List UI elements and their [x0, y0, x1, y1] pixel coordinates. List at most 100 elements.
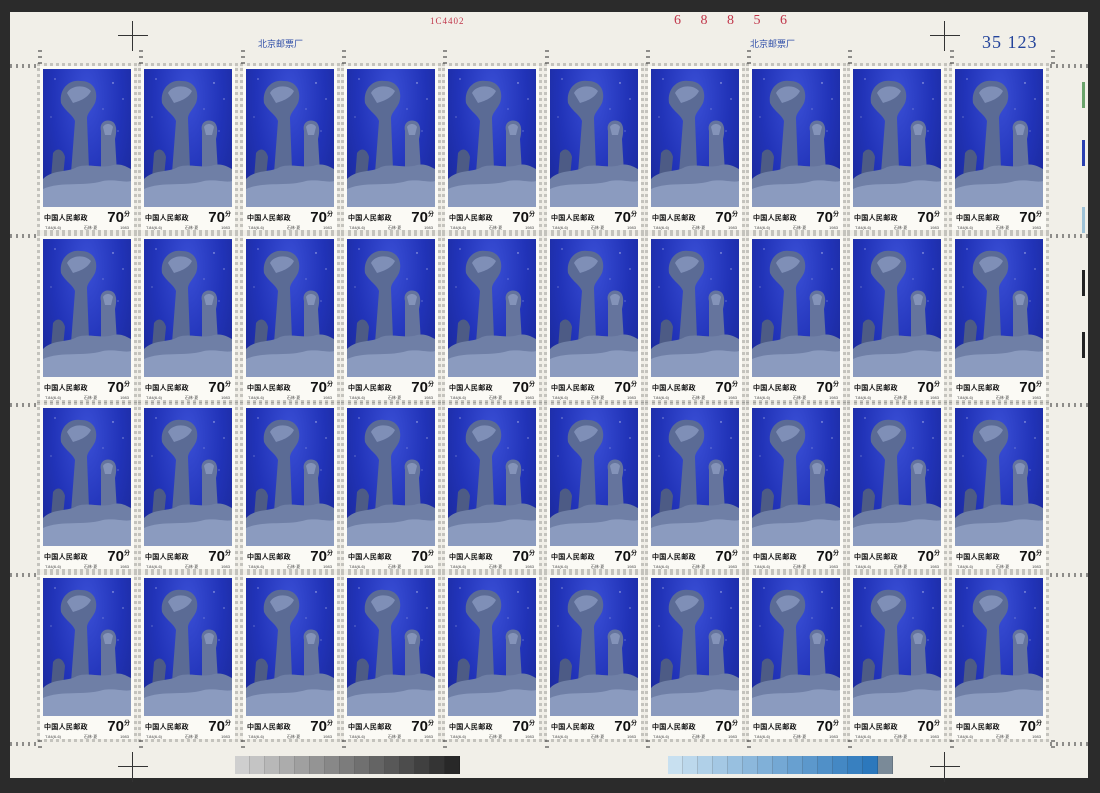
- country-name: 中国人民邮政: [551, 385, 595, 392]
- stamp-r2-c10: 中国人民邮政 70分 T.84(6-6) 石林·夏 1983: [949, 233, 1049, 403]
- registration-cross-bottom-right: [930, 752, 960, 782]
- issue-year: 1983: [728, 395, 737, 400]
- stamp-artwork: [550, 578, 638, 716]
- stone-forest-illustration: [448, 417, 536, 546]
- country-name: 中国人民邮政: [145, 215, 189, 222]
- country-name: 中国人民邮政: [247, 724, 291, 731]
- stamp-r1-c6: 中国人民邮政 70分 T.84(6-6) 石林·夏 1983: [544, 63, 644, 233]
- country-name: 中国人民邮政: [854, 554, 898, 561]
- issue-code: T.84(6-6): [552, 225, 569, 230]
- color-bar-swatch: [430, 756, 445, 774]
- stamp-artwork: [651, 239, 739, 377]
- margin-perforation: [10, 234, 38, 238]
- margin-perforation: [10, 403, 38, 407]
- stamp-r2-c9: 中国人民邮政 70分 T.84(6-6) 石林·夏 1983: [847, 233, 947, 403]
- face-value: 70分: [715, 379, 738, 396]
- issue-code: T.84(6-6): [855, 564, 872, 569]
- country-name: 中国人民邮政: [652, 215, 696, 222]
- margin-perforation: [139, 740, 143, 752]
- stamp-subject: 石林·夏: [792, 564, 807, 569]
- stamp-r4-c9: 中国人民邮政 70分 T.84(6-6) 石林·夏 1983: [847, 572, 947, 742]
- issue-year: 1983: [627, 734, 636, 739]
- country-name: 中国人民邮政: [753, 385, 797, 392]
- face-value: 70分: [816, 548, 839, 565]
- stamp-r2-c2: 中国人民邮政 70分 T.84(6-6) 石林·夏 1983: [138, 233, 238, 403]
- color-bar-swatch: [310, 756, 325, 774]
- issue-year: 1983: [120, 564, 129, 569]
- stamp-r1-c2: 中国人民邮政 70分 T.84(6-6) 石林·夏 1983: [138, 63, 238, 233]
- stamp-subject: 石林·夏: [387, 564, 402, 569]
- stamp-r4-c7: 中国人民邮政 70分 T.84(6-6) 石林·夏 1983: [645, 572, 745, 742]
- stamp-artwork: [550, 239, 638, 377]
- stamp-artwork: [651, 69, 739, 207]
- printer-inscription-right: 北京邮票厂: [750, 39, 796, 49]
- stamp-subject: 石林·夏: [184, 734, 199, 739]
- face-value: 70分: [917, 718, 940, 735]
- face-value: 70分: [614, 548, 637, 565]
- issue-code: T.84(6-6): [855, 734, 872, 739]
- face-value: 70分: [208, 548, 231, 565]
- issue-year: 1983: [1032, 225, 1041, 230]
- face-value: 70分: [512, 379, 535, 396]
- stone-forest-illustration: [550, 248, 638, 377]
- stamp-artwork: [144, 69, 232, 207]
- issue-code: T.84(6-6): [653, 225, 670, 230]
- sheet-counter: 35 123: [982, 32, 1038, 52]
- stone-forest-illustration: [144, 78, 232, 207]
- stamp-subject: 石林·夏: [387, 734, 402, 739]
- color-bar-swatch: [683, 756, 698, 774]
- issue-year: 1983: [627, 225, 636, 230]
- issue-code: T.84(6-6): [45, 564, 62, 569]
- stamp-subject: 石林·夏: [691, 395, 706, 400]
- issue-code: T.84(6-6): [754, 564, 771, 569]
- stamp-r4-c5: 中国人民邮政 70分 T.84(6-6) 石林·夏 1983: [442, 572, 542, 742]
- stone-forest-illustration: [752, 248, 840, 377]
- stone-forest-illustration: [448, 248, 536, 377]
- issue-code: T.84(6-6): [552, 564, 569, 569]
- country-name: 中国人民邮政: [44, 554, 88, 561]
- stamp-subject: 石林·夏: [691, 225, 706, 230]
- stone-forest-illustration: [43, 78, 131, 207]
- face-value: 70分: [107, 548, 130, 565]
- issue-year: 1983: [120, 395, 129, 400]
- stamp-artwork: [448, 578, 536, 716]
- country-name: 中国人民邮政: [145, 724, 189, 731]
- stone-forest-illustration: [955, 417, 1043, 546]
- stamp-subject: 石林·夏: [488, 734, 503, 739]
- issue-year: 1983: [930, 395, 939, 400]
- stamp-artwork: [144, 239, 232, 377]
- issue-code: T.84(6-6): [248, 395, 265, 400]
- issue-year: 1983: [221, 395, 230, 400]
- stamp-r1-c3: 中国人民邮政 70分 T.84(6-6) 石林·夏 1983: [240, 63, 340, 233]
- face-value: 70分: [107, 718, 130, 735]
- issue-year: 1983: [323, 395, 332, 400]
- stamp-subject: 石林·夏: [286, 734, 301, 739]
- stamp-r2-c7: 中国人民邮政 70分 T.84(6-6) 石林·夏 1983: [645, 233, 745, 403]
- issue-year: 1983: [424, 225, 433, 230]
- color-bar-swatch: [713, 756, 728, 774]
- issue-code: T.84(6-6): [653, 734, 670, 739]
- issue-code: T.84(6-6): [552, 395, 569, 400]
- issue-code: T.84(6-6): [450, 225, 467, 230]
- stamp-artwork: [347, 69, 435, 207]
- side-color-mark: [1082, 207, 1085, 233]
- stamp-subject: 石林·夏: [83, 564, 98, 569]
- margin-perforation: [10, 573, 38, 577]
- stamp-r2-c4: 中国人民邮政 70分 T.84(6-6) 石林·夏 1983: [341, 233, 441, 403]
- issue-code: T.84(6-6): [957, 564, 974, 569]
- country-name: 中国人民邮政: [348, 385, 392, 392]
- country-name: 中国人民邮政: [348, 554, 392, 561]
- margin-perforation: [950, 50, 954, 64]
- color-bar-swatch: [265, 756, 280, 774]
- issue-code: T.84(6-6): [653, 564, 670, 569]
- face-value: 70分: [411, 548, 434, 565]
- margin-perforation: [646, 740, 650, 752]
- stamp-r1-c1: 中国人民邮政 70分 T.84(6-6) 石林·夏 1983: [37, 63, 137, 233]
- stamp-artwork: [43, 578, 131, 716]
- stamp-subject: 石林·夏: [995, 225, 1010, 230]
- color-bar-swatch: [340, 756, 355, 774]
- stamp-subject: 石林·夏: [387, 225, 402, 230]
- margin-perforation: [1050, 234, 1088, 238]
- issue-year: 1983: [424, 564, 433, 569]
- stamp-r2-c8: 中国人民邮政 70分 T.84(6-6) 石林·夏 1983: [746, 233, 846, 403]
